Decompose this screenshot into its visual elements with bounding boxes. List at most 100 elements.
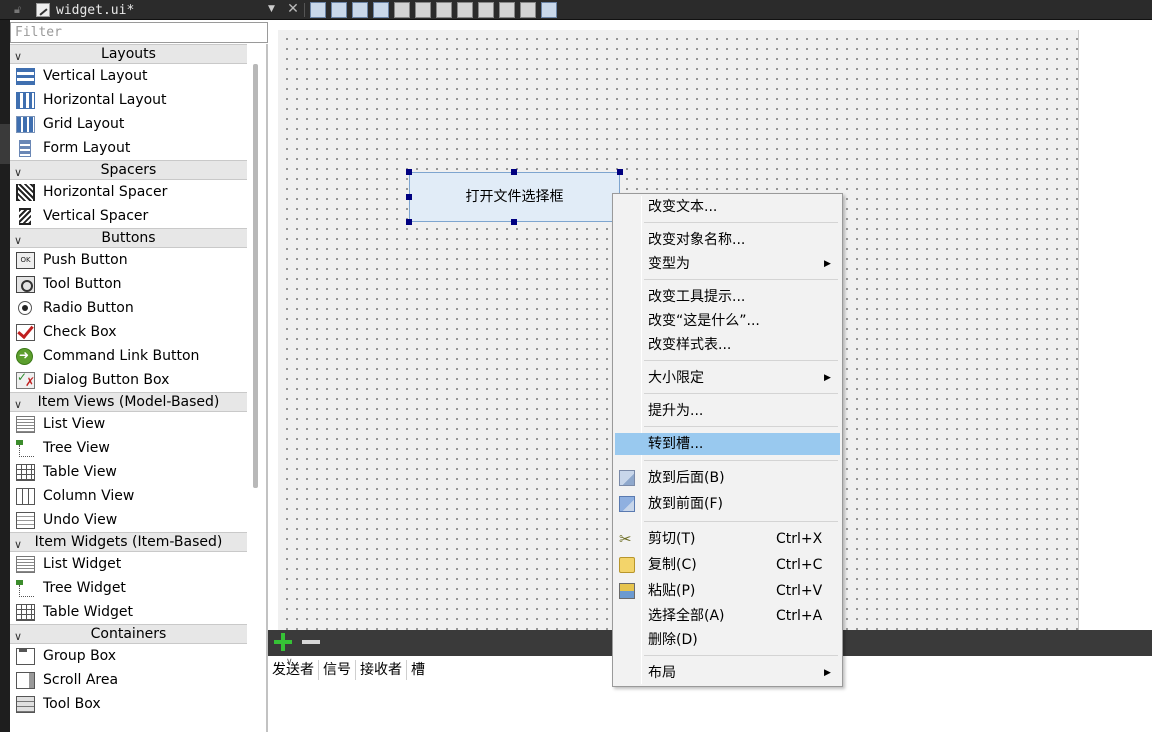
widget-item-table-view[interactable]: Table View [10, 460, 247, 484]
widget-filter-input[interactable] [10, 22, 268, 43]
widget-box-scrollbar[interactable] [253, 64, 258, 488]
menu-item-select-all[interactable]: 选择全部(A) Ctrl+A [615, 605, 840, 627]
break-layout-icon[interactable] [520, 2, 536, 18]
resize-handle-top-right[interactable] [617, 169, 623, 175]
widget-item-vertical-spacer[interactable]: Vertical Spacer [10, 204, 247, 228]
menu-item-layout[interactable]: 布局 ▶ [615, 662, 840, 684]
vertical-splitter-icon[interactable] [457, 2, 473, 18]
column-receiver[interactable]: 接收者 [356, 660, 407, 680]
category-buttons[interactable]: ∨ Buttons [10, 228, 247, 248]
widget-item-tool-button[interactable]: Tool Button [10, 272, 247, 296]
widget-item-table-widget[interactable]: Table Widget [10, 600, 247, 624]
menu-item-change-text[interactable]: 改变文本... [615, 196, 840, 218]
widget-item-push-button[interactable]: OK Push Button [10, 248, 247, 272]
close-icon[interactable]: ✕ [286, 2, 300, 16]
lay-out-horizontally-icon[interactable] [394, 2, 410, 18]
top-toolbar: 🔓︎ widget.ui* ▼ ✕ [0, 0, 1152, 20]
menu-item-label: 改变样式表... [648, 337, 732, 353]
context-menu: 改变文本... 改变对象名称... 变型为 ▶ 改变工具提示... 改变“这是什么… [612, 193, 843, 687]
menu-item-go-to-slot[interactable]: 转到槽... [615, 433, 840, 455]
widget-item-tree-widget[interactable]: Tree Widget [10, 576, 247, 600]
menu-item-label: 删除(D) [648, 632, 698, 648]
widget-item-tree-view[interactable]: Tree View [10, 436, 247, 460]
grid-layout-icon [16, 115, 35, 133]
menu-item-label: 改变工具提示... [648, 289, 746, 305]
widget-item-scroll-area[interactable]: Scroll Area [10, 668, 247, 692]
grid-layout-tool-icon[interactable] [499, 2, 515, 18]
widget-item-label: Column View [43, 488, 135, 504]
menu-item-send-to-back[interactable]: 放到后面(B) [615, 467, 840, 489]
category-containers[interactable]: ∨ Containers [10, 624, 247, 644]
widget-item-list-view[interactable]: List View [10, 412, 247, 436]
menu-separator [644, 655, 838, 656]
menu-item-morph-into[interactable]: 变型为 ▶ [615, 253, 840, 275]
widget-item-column-view[interactable]: Column View [10, 484, 247, 508]
menu-separator [644, 360, 838, 361]
adjust-size-icon[interactable] [541, 2, 557, 18]
widget-item-list-widget[interactable]: List Widget [10, 552, 247, 576]
menu-item-copy[interactable]: 复制(C) Ctrl+C [615, 554, 840, 576]
category-layouts[interactable]: ∨ Layouts [10, 44, 247, 64]
category-item-widgets[interactable]: ∨ Item Widgets (Item-Based) [10, 532, 247, 552]
widget-item-label: Dialog Button Box [43, 372, 170, 388]
signal-slot-list[interactable] [268, 684, 1152, 732]
vertical-spacer-icon [19, 207, 31, 225]
file-tab[interactable]: 🔓︎ widget.ui* ▼ [10, 0, 278, 20]
form-push-button[interactable]: 打开文件选择框 [409, 172, 620, 222]
widget-item-vertical-layout[interactable]: Vertical Layout [10, 64, 247, 88]
form-layout-tool-icon[interactable] [478, 2, 494, 18]
push-button-icon: OK [16, 251, 35, 269]
resize-handle-bottom-left[interactable] [406, 219, 412, 225]
edit-signals-slots-icon[interactable] [331, 2, 347, 18]
copy-icon [619, 557, 635, 573]
menu-item-change-object-name[interactable]: 改变对象名称... [615, 229, 840, 251]
add-connection-icon[interactable] [274, 633, 292, 651]
widget-item-undo-view[interactable]: Undo View [10, 508, 247, 532]
widget-item-group-box[interactable]: Group Box [10, 644, 247, 668]
send-to-back-icon [619, 470, 635, 486]
horizontal-splitter-icon[interactable] [436, 2, 452, 18]
widget-item-horizontal-layout[interactable]: Horizontal Layout [10, 88, 247, 112]
widget-item-label: Check Box [43, 324, 117, 340]
widget-item-grid-layout[interactable]: Grid Layout [10, 112, 247, 136]
widget-item-radio-button[interactable]: Radio Button [10, 296, 247, 320]
menu-item-change-stylesheet[interactable]: 改变样式表... [615, 334, 840, 356]
resize-handle-bottom[interactable] [511, 219, 517, 225]
menu-item-bring-to-front[interactable]: 放到前面(F) [615, 493, 840, 515]
widget-item-horizontal-spacer[interactable]: Horizontal Spacer [10, 180, 247, 204]
remove-connection-icon[interactable] [302, 640, 320, 644]
menu-item-label: 改变文本... [648, 199, 718, 215]
edit-tab-order-icon[interactable] [373, 2, 389, 18]
menu-item-cut[interactable]: 剪切(T) Ctrl+X [615, 528, 840, 550]
column-sender[interactable]: ∨ 发送者 [268, 657, 319, 680]
widget-item-command-link-button[interactable]: Command Link Button [10, 344, 247, 368]
column-signal[interactable]: 信号 [319, 660, 356, 680]
widget-item-label: Tool Button [43, 276, 122, 292]
category-item-views[interactable]: ∨ Item Views (Model-Based) [10, 392, 247, 412]
edit-widgets-icon[interactable] [310, 2, 326, 18]
widget-item-label: Tree Widget [43, 580, 126, 596]
widget-item-label: Table Widget [43, 604, 133, 620]
widget-item-form-layout[interactable]: Form Layout [10, 136, 247, 160]
widget-item-label: Grid Layout [43, 116, 125, 132]
edit-buddies-icon[interactable] [352, 2, 368, 18]
menu-item-delete[interactable]: 删除(D) [615, 629, 840, 651]
menu-item-size-constraints[interactable]: 大小限定 ▶ [615, 367, 840, 389]
chevron-down-icon[interactable]: ▼ [268, 4, 275, 14]
menu-item-change-tooltip[interactable]: 改变工具提示... [615, 286, 840, 308]
resize-handle-left[interactable] [406, 194, 412, 200]
widget-item-tool-box[interactable]: Tool Box [10, 692, 247, 716]
category-spacers[interactable]: ∨ Spacers [10, 160, 247, 180]
lay-out-vertically-icon[interactable] [415, 2, 431, 18]
column-slot[interactable]: 槽 [407, 660, 429, 680]
resize-handle-top[interactable] [511, 169, 517, 175]
cut-icon [619, 528, 635, 550]
chevron-down-icon: ∨ [14, 50, 23, 63]
menu-item-paste[interactable]: 粘贴(P) Ctrl+V [615, 580, 840, 602]
menu-item-promote-to[interactable]: 提升为... [615, 400, 840, 422]
menu-item-change-whats-this[interactable]: 改变“这是什么”... [615, 310, 840, 332]
category-label: Item Views (Model-Based) [37, 394, 220, 410]
resize-handle-top-left[interactable] [406, 169, 412, 175]
widget-item-dialog-button-box[interactable]: Dialog Button Box [10, 368, 247, 392]
widget-item-check-box[interactable]: Check Box [10, 320, 247, 344]
